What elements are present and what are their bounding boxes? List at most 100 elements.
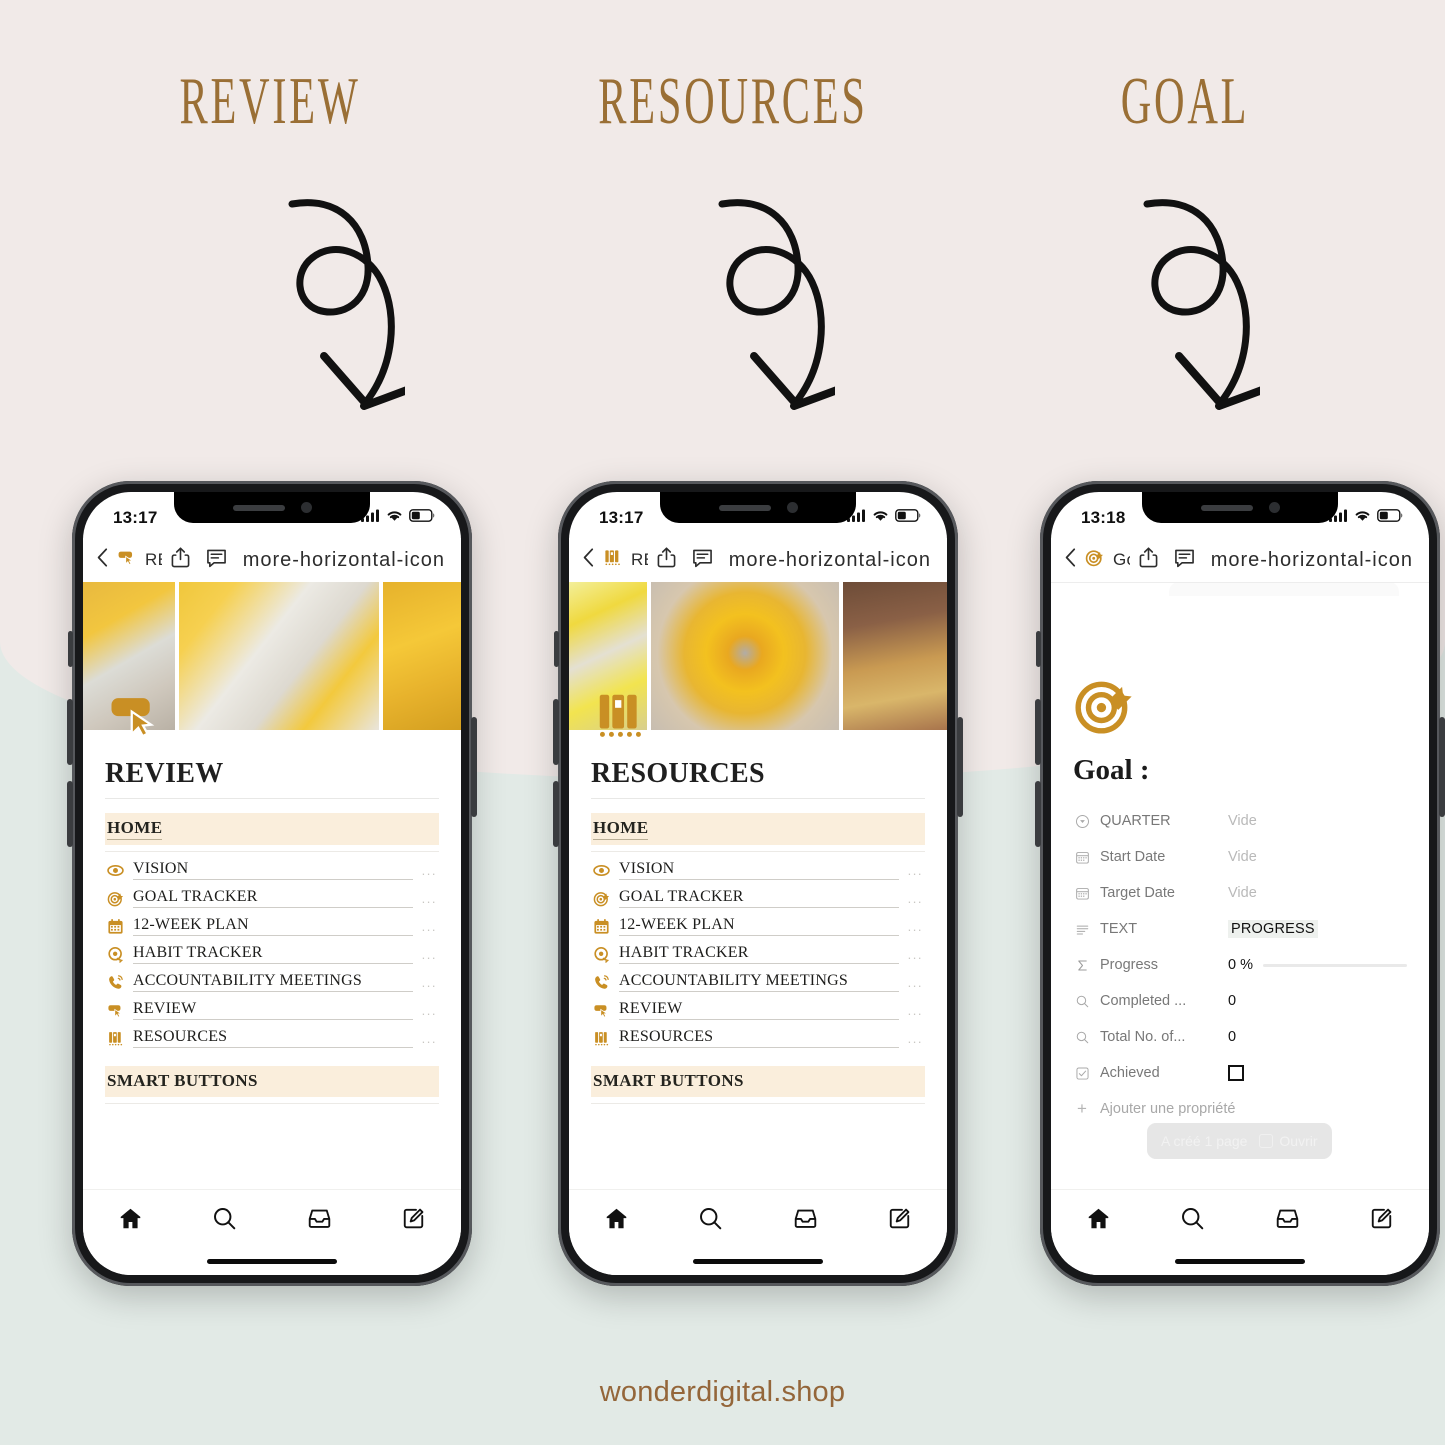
section-rule [591,851,925,852]
property-row-quarter[interactable]: QUARTER Vide [1073,803,1407,839]
phone-mockup-resources: 13:17 RESOURCES more-horizontal-icon [553,481,963,1286]
row-more-icon[interactable]: ... [908,1032,923,1045]
property-value[interactable]: Vide [1228,813,1407,829]
power-button[interactable] [471,717,477,817]
volume-up-button[interactable] [67,699,73,765]
phone-mockup-review: 13:17 R more-horizontal-icon REVIEW HOME… [67,481,477,1286]
row-more-icon[interactable]: ... [908,948,923,961]
volume-down-button[interactable] [1035,781,1041,847]
property-row-completed[interactable]: Completed ... 0 [1073,983,1407,1019]
curly-arrow-icon-1 [270,190,422,435]
mute-switch[interactable] [554,631,559,667]
row-more-icon[interactable]: ... [908,1004,923,1017]
row-more-icon[interactable]: ... [908,864,923,877]
inbox-icon[interactable] [1275,1206,1300,1236]
property-row-start-date[interactable]: Start Date Vide [1073,839,1407,875]
inbox-icon[interactable] [793,1206,818,1236]
property-value[interactable]: Vide [1228,849,1407,865]
list-item[interactable]: GOAL TRACKER ... [105,884,439,912]
volume-up-button[interactable] [1035,699,1041,765]
chevron-left-icon[interactable] [583,548,594,572]
list-item[interactable]: 12-WEEK PLAN ... [105,912,439,940]
property-value[interactable]: PROGRESS [1228,920,1407,938]
more-horizontal-icon[interactable]: more-horizontal-icon [729,550,931,570]
list-item[interactable]: ACCOUNTABILITY MEETINGS ... [105,968,439,996]
row-more-icon[interactable]: ... [422,1032,437,1045]
volume-down-button[interactable] [67,781,73,847]
row-more-icon[interactable]: ... [422,1004,437,1017]
list-item[interactable]: HABIT TRACKER ... [105,940,439,968]
title-divider [105,798,439,799]
chevron-left-icon[interactable] [97,548,108,572]
achieved-checkbox[interactable] [1228,1065,1244,1081]
property-row-target-date[interactable]: Target Date Vide [1073,875,1407,911]
mute-switch[interactable] [68,631,73,667]
home-indicator[interactable] [207,1259,337,1264]
compose-icon[interactable] [887,1206,912,1236]
property-row-text[interactable]: TEXT PROGRESS [1073,911,1407,947]
share-icon[interactable] [1139,547,1158,573]
home-icon[interactable] [1086,1206,1111,1236]
compose-icon[interactable] [1369,1206,1394,1236]
row-more-icon[interactable]: ... [422,948,437,961]
list-item[interactable]: VISION ... [105,856,439,884]
home-icon[interactable] [604,1206,629,1236]
page-title: Goal : [1073,754,1150,786]
property-name: Progress [1100,957,1159,973]
list-item[interactable]: 12-WEEK PLAN ... [591,912,925,940]
property-value[interactable]: Vide [1228,885,1407,901]
comment-icon[interactable] [1174,548,1195,573]
list-item[interactable]: RESOURCES ... [105,1024,439,1052]
search-icon[interactable] [698,1206,723,1236]
volume-up-button[interactable] [553,699,559,765]
front-camera [786,502,798,513]
home-indicator[interactable] [1175,1259,1305,1264]
add-property-button[interactable]: + Ajouter une propriété [1073,1091,1407,1127]
cover-photo-2 [179,582,379,730]
row-more-icon[interactable]: ... [422,920,437,933]
list-item[interactable]: GOAL TRACKER ... [591,884,925,912]
row-more-icon[interactable]: ... [908,976,923,989]
search-icon[interactable] [1180,1206,1205,1236]
list-item[interactable]: ACCOUNTABILITY MEETINGS ... [591,968,925,996]
row-more-icon[interactable]: ... [422,864,437,877]
property-row-achieved[interactable]: Achieved [1073,1055,1407,1091]
more-horizontal-icon[interactable]: more-horizontal-icon [1211,550,1413,570]
toast-open-button[interactable]: Ouvrir [1259,1133,1318,1149]
list-item[interactable]: HABIT TRACKER ... [591,940,925,968]
comment-icon[interactable] [692,548,713,573]
search-icon[interactable] [212,1206,237,1236]
power-button[interactable] [1439,717,1445,817]
home-icon[interactable] [118,1206,143,1236]
row-more-icon[interactable]: ... [422,976,437,989]
compose-icon[interactable] [401,1206,426,1236]
share-icon[interactable] [171,547,190,573]
property-row-progress[interactable]: Progress 0 % [1073,947,1407,983]
list-item[interactable]: VISION ... [591,856,925,884]
home-indicator[interactable] [693,1259,823,1264]
target-icon [107,890,124,907]
comment-icon[interactable] [206,548,227,573]
list-item[interactable]: REVIEW ... [105,996,439,1024]
list-item-label: GOAL TRACKER [133,888,413,908]
row-more-icon[interactable]: ... [908,920,923,933]
row-more-icon[interactable]: ... [422,892,437,905]
share-icon[interactable] [657,547,676,573]
earpiece-speaker [1200,504,1253,511]
cursor-click-icon [107,1002,124,1019]
list-item[interactable]: RESOURCES ... [591,1024,925,1052]
rollup-icon [1073,1030,1091,1045]
chevron-left-icon[interactable] [1065,548,1076,572]
more-horizontal-icon[interactable]: more-horizontal-icon [243,550,445,570]
notch [1142,492,1338,523]
list-item-label: RESOURCES [133,1028,413,1048]
property-value[interactable] [1228,1065,1407,1081]
inbox-icon[interactable] [307,1206,332,1236]
property-row-total[interactable]: Total No. of... 0 [1073,1019,1407,1055]
power-button[interactable] [957,717,963,817]
row-more-icon[interactable]: ... [908,892,923,905]
list-item[interactable]: REVIEW ... [591,996,925,1024]
heading-goal: GOAL [1120,63,1250,138]
mute-switch[interactable] [1036,631,1041,667]
volume-down-button[interactable] [553,781,559,847]
